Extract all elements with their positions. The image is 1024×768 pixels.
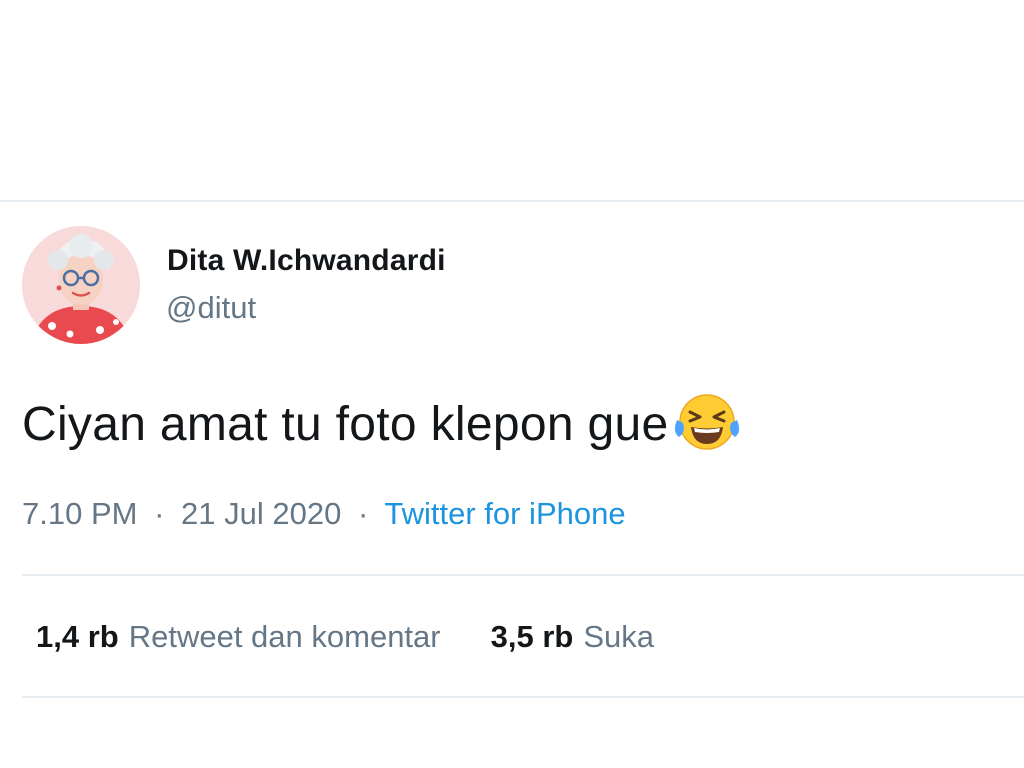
author-handle[interactable]: @ditut xyxy=(166,290,256,326)
face-with-tears-of-joy-icon xyxy=(670,390,744,454)
page: Dita W.Ichwandardi @ditut Ciyan amat tu … xyxy=(0,0,1024,768)
retweets-count: 1,4 rb xyxy=(36,619,119,654)
tweet-stats: 1,4 rb Retweet dan komentar 3,5 rb Suka xyxy=(36,619,704,655)
author-name[interactable]: Dita W.Ichwandardi xyxy=(167,244,446,278)
retweets-stat[interactable]: 1,4 rb Retweet dan komentar xyxy=(36,619,441,655)
avatar-illustration xyxy=(22,226,140,344)
likes-count: 3,5 rb xyxy=(490,619,574,654)
likes-stat[interactable]: 3,5 rb Suka xyxy=(491,619,654,655)
tweet-meta: 7.10 PM · 21 Jul 2020 · Twitter for iPho… xyxy=(22,496,626,532)
likes-label: Suka xyxy=(583,619,655,654)
author-avatar[interactable] xyxy=(22,226,140,344)
tweet-text: Ciyan amat tu foto klepon gue xyxy=(22,397,669,451)
tweet-body: Ciyan amat tu foto klepon gue xyxy=(22,392,744,456)
stats-bottom-divider xyxy=(22,696,1024,698)
meta-separator: · xyxy=(154,496,165,531)
meta-separator: · xyxy=(357,496,369,531)
tweet-time[interactable]: 7.10 PM xyxy=(22,496,137,531)
tweet-source-link[interactable]: Twitter for iPhone xyxy=(384,496,625,531)
tweet-date[interactable]: 21 Jul 2020 xyxy=(181,496,341,531)
retweets-label: Retweet dan komentar xyxy=(128,619,441,654)
tweet-card: Dita W.Ichwandardi @ditut Ciyan amat tu … xyxy=(0,202,1024,768)
stats-top-divider xyxy=(22,574,1024,576)
